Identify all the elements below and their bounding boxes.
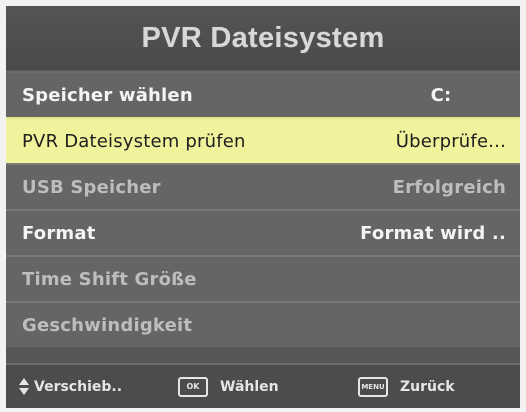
row-label: USB Speicher	[22, 176, 161, 198]
move-label: Verschieb..	[34, 378, 123, 395]
row-label: Speicher wählen	[22, 84, 193, 106]
footer-ok-hint: OK Wählen	[178, 365, 279, 408]
menu-row-usb-speicher[interactable]: USB Speicher Erfolgreich	[6, 163, 520, 209]
row-label: Geschwindigkeit	[22, 314, 193, 336]
menu-list: Speicher wählen C: PVR Dateisystem prüfe…	[6, 71, 520, 347]
menu-row-speicher-waehlen[interactable]: Speicher wählen C:	[6, 71, 520, 117]
screen-frame: PVR Dateisystem Speicher wählen C: PVR D…	[0, 0, 526, 412]
row-label: Time Shift Größe	[22, 268, 197, 290]
pvr-menu-panel: PVR Dateisystem Speicher wählen C: PVR D…	[6, 6, 520, 408]
row-value: Überprüfe...	[395, 130, 506, 152]
footer-back-hint: MENU Zurück	[358, 365, 455, 408]
row-value: Format wird ..	[360, 222, 506, 244]
menu-header: PVR Dateisystem	[6, 6, 520, 70]
ok-key-icon: OK	[178, 376, 208, 397]
footer-move-hint: Verschieb..	[18, 365, 122, 408]
menu-row-geschwindigkeit[interactable]: Geschwindigkeit	[6, 301, 520, 347]
menu-key-icon: MENU	[358, 376, 388, 397]
row-label: PVR Dateisystem prüfen	[22, 130, 246, 152]
menu-row-format[interactable]: Format Format wird ..	[6, 209, 520, 255]
menu-title: PVR Dateisystem	[141, 21, 385, 54]
menu-row-dateisystem-pruefen[interactable]: PVR Dateisystem prüfen Überprüfe...	[6, 117, 520, 163]
row-value: Erfolgreich	[392, 176, 506, 198]
menu-row-time-shift-groesse[interactable]: Time Shift Größe	[6, 255, 520, 301]
menu-footer: Verschieb.. OK Wählen MENU Zurück	[6, 363, 520, 408]
ok-label: Wählen	[220, 378, 279, 395]
back-label: Zurück	[400, 378, 455, 395]
row-label: Format	[22, 222, 96, 244]
row-value: C:	[430, 84, 452, 106]
up-down-arrows-icon	[18, 376, 30, 398]
